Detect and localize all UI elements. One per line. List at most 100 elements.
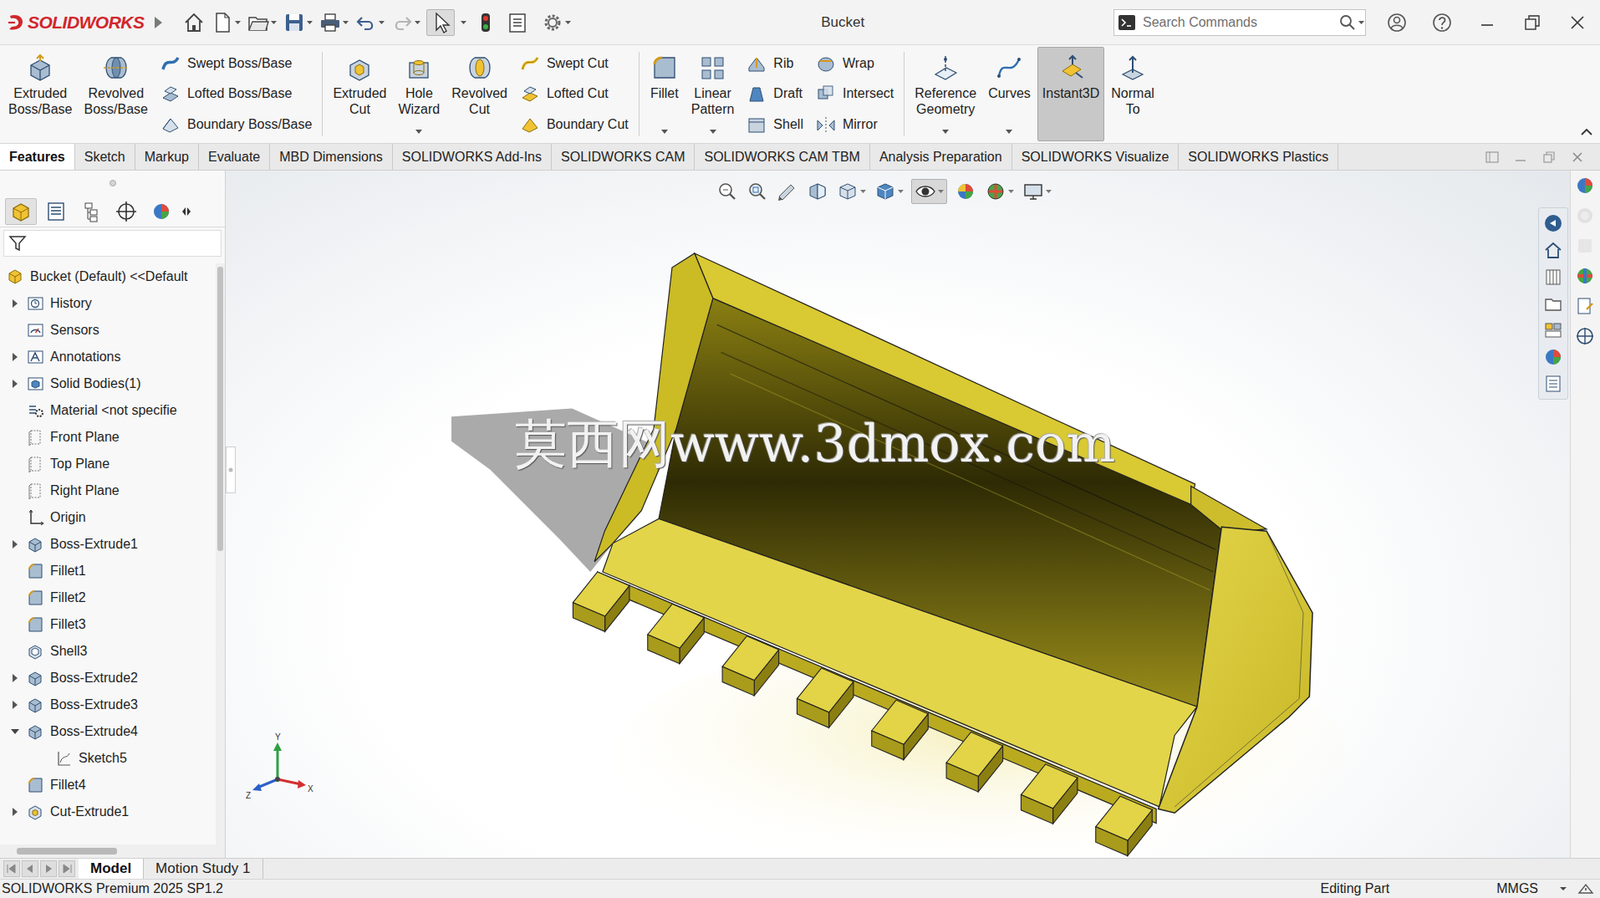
- ribbon-small-label[interactable]: Shell: [773, 114, 804, 135]
- tree-item-label[interactable]: Sketch5: [78, 748, 128, 769]
- feature-annotation-icon[interactable]: [26, 347, 46, 367]
- view-toolbar-button[interactable]: [1021, 179, 1053, 204]
- tree-item-label[interactable]: Boss-Extrude3: [50, 694, 138, 715]
- tree-item[interactable]: Boss-Extrude1: [0, 530, 216, 558]
- feature-part-icon[interactable]: [6, 267, 26, 286]
- section-view-icon[interactable]: [805, 179, 830, 204]
- feature-sensor-icon[interactable]: [26, 321, 46, 340]
- view-toolbar-button[interactable]: [805, 179, 830, 204]
- feature-extrude-icon[interactable]: [26, 668, 46, 688]
- tree-item[interactable]: Bucket (Default) <<Default: [0, 263, 216, 291]
- tree-item[interactable]: Fillet3: [0, 611, 216, 638]
- ribbon-button-label[interactable]: Fillet: [650, 85, 679, 102]
- ribbon-button-label[interactable]: Normal To: [1110, 85, 1155, 118]
- feature-command-icon[interactable]: [159, 82, 182, 105]
- tree-item[interactable]: Boss-Extrude4: [0, 718, 216, 745]
- feature-command-icon[interactable]: [344, 52, 375, 83]
- expand-toggle[interactable]: [6, 455, 24, 473]
- ribbon-button-label[interactable]: Revolved Cut: [451, 85, 508, 118]
- unit-dropdown-icon[interactable]: [1556, 881, 1570, 896]
- restore-icon[interactable]: [1521, 11, 1544, 34]
- feature-command-icon[interactable]: [993, 52, 1025, 83]
- tree-item-label[interactable]: Sensors: [50, 320, 100, 341]
- feature-command-icon[interactable]: [745, 113, 768, 136]
- dropdown-caret-icon[interactable]: [377, 11, 386, 34]
- expand-toggle[interactable]: [6, 428, 24, 446]
- tree-item-label[interactable]: Fillet3: [50, 614, 87, 635]
- view-palette-icon[interactable]: [1543, 320, 1564, 341]
- appearances-pane-icon[interactable]: [1574, 265, 1597, 288]
- rebuild-icon[interactable]: [477, 10, 495, 36]
- tree-item[interactable]: Top Plane: [0, 450, 216, 478]
- ribbon-small-label[interactable]: Wrap: [842, 53, 875, 74]
- ribbon-small-button[interactable]: Swept Cut: [515, 49, 632, 78]
- feature-command-icon[interactable]: [815, 82, 837, 105]
- dropdown-caret-icon[interactable]: [1357, 11, 1366, 34]
- feature-material-icon[interactable]: [26, 401, 46, 420]
- command-tab[interactable]: Sketch: [75, 143, 136, 170]
- tile-icon[interactable]: [1484, 149, 1500, 165]
- dropdown-caret-icon[interactable]: [305, 11, 314, 34]
- property-manager-icon[interactable]: [40, 198, 72, 225]
- tree-item[interactable]: History: [0, 290, 216, 317]
- solidworks-forum-icon[interactable]: [1574, 326, 1597, 348]
- expand-toggle[interactable]: [6, 669, 24, 687]
- tab-nav-arrow-icon[interactable]: [3, 860, 21, 877]
- display-manager-icon[interactable]: [145, 198, 178, 225]
- feature-command-icon[interactable]: [745, 52, 768, 75]
- command-tab[interactable]: SOLIDWORKS Plastics: [1178, 143, 1339, 170]
- undo-icon[interactable]: [354, 10, 378, 35]
- select-tool-button[interactable]: [426, 9, 455, 36]
- dropdown-indicator[interactable]: [414, 128, 423, 138]
- ribbon-small-label[interactable]: Swept Cut: [546, 53, 609, 74]
- tab-nav-arrow-icon[interactable]: [21, 860, 39, 877]
- vertical-scrollbar[interactable]: [215, 263, 225, 845]
- expand-toggle[interactable]: [6, 562, 24, 580]
- help-icon[interactable]: [1431, 11, 1453, 34]
- ribbon-button-label[interactable]: Revolved Boss/Base: [83, 85, 148, 118]
- file-properties-icon[interactable]: [505, 10, 530, 35]
- feature-command-icon[interactable]: [698, 52, 729, 83]
- tree-item-label[interactable]: Right Plane: [50, 480, 120, 501]
- print-icon[interactable]: [318, 10, 342, 35]
- feature-extrude-icon[interactable]: [26, 695, 46, 714]
- ribbon-button-label[interactable]: Reference Geometry: [914, 85, 977, 118]
- previous-view-icon[interactable]: [775, 179, 800, 204]
- feature-plane-icon[interactable]: [26, 481, 46, 500]
- view-settings-icon[interactable]: [1021, 179, 1045, 204]
- feature-manager-icon[interactable]: [5, 198, 37, 225]
- tree-item-label[interactable]: Boss-Extrude1: [50, 534, 138, 555]
- tab-scroll-icon[interactable]: [180, 204, 193, 219]
- close-icon[interactable]: [1566, 11, 1589, 34]
- tree-item-label[interactable]: History: [50, 293, 92, 314]
- ribbon-button-label[interactable]: Extruded Boss/Base: [8, 85, 72, 118]
- command-tab[interactable]: SOLIDWORKS Visualize: [1012, 143, 1180, 170]
- tree-item[interactable]: Origin: [0, 504, 216, 531]
- tree-item[interactable]: Boss-Extrude3: [0, 691, 216, 719]
- home-icon[interactable]: [182, 10, 206, 35]
- expand-toggle[interactable]: [6, 321, 24, 339]
- quick-access-button[interactable]: [318, 10, 350, 35]
- ribbon-small-label[interactable]: Lofted Cut: [546, 83, 609, 104]
- tree-item[interactable]: Front Plane: [0, 423, 216, 451]
- expand-toggle[interactable]: [6, 509, 24, 526]
- feature-command-icon[interactable]: [930, 52, 961, 83]
- dropdown-caret-icon[interactable]: [413, 11, 422, 34]
- feature-command-icon[interactable]: [101, 52, 132, 83]
- ribbon-button[interactable]: Extruded Boss/Base: [3, 46, 77, 142]
- feature-command-icon[interactable]: [1117, 52, 1148, 83]
- file-explorer-icon[interactable]: [1543, 293, 1564, 314]
- ribbon-button[interactable]: Curves: [983, 46, 1036, 142]
- dropdown-caret-icon[interactable]: [341, 11, 350, 34]
- quick-access-button[interactable]: [354, 10, 386, 35]
- feature-command-icon[interactable]: [1055, 52, 1086, 83]
- save-icon[interactable]: [282, 10, 306, 35]
- quick-access-button[interactable]: [182, 10, 206, 35]
- ribbon-small-button[interactable]: Swept Boss/Base: [156, 49, 316, 78]
- view-toolbar-button[interactable]: [835, 179, 867, 204]
- expand-toggle[interactable]: [6, 776, 24, 794]
- feature-origin-icon[interactable]: [26, 508, 46, 527]
- user-account-icon[interactable]: [1385, 11, 1408, 34]
- file-explorer-pane-icon[interactable]: [1574, 235, 1597, 258]
- close-document-icon[interactable]: [1569, 149, 1585, 165]
